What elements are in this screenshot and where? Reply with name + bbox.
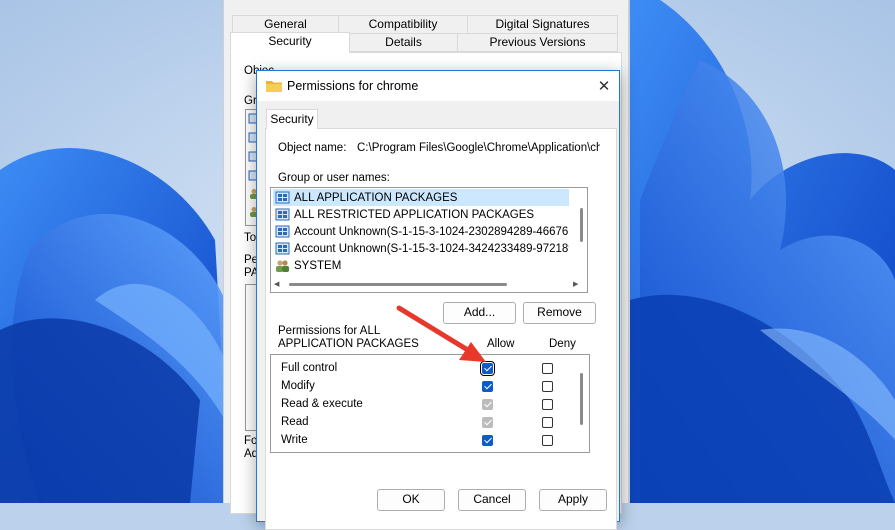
app-package-icon (275, 208, 290, 221)
tab-details[interactable]: Details (349, 33, 458, 52)
permissions-for-label: Permissions for ALL (278, 325, 381, 337)
deny-write-checkbox[interactable] (542, 435, 553, 446)
vertical-scrollbar-thumb[interactable] (580, 208, 583, 242)
add-button[interactable]: Add... (443, 302, 516, 324)
permissions-dialog: Permissions for chrome ✕ Security Object… (256, 70, 620, 530)
app-package-icon (275, 191, 290, 204)
tab-security[interactable]: Security (266, 109, 318, 129)
users-group-icon (276, 260, 289, 272)
title-bar[interactable]: Permissions for chrome ✕ (257, 71, 619, 101)
permission-label: Modify (281, 380, 315, 392)
tab-digital-signatures[interactable]: Digital Signatures (467, 15, 618, 34)
folder-icon (266, 81, 282, 92)
list-item-label: ALL APPLICATION PACKAGES (294, 191, 458, 204)
allow-modify-checkbox[interactable] (482, 381, 493, 392)
dialog-title: Permissions for chrome (287, 79, 419, 93)
allow-read-execute-checkbox[interactable] (482, 399, 493, 410)
deny-modify-checkbox[interactable] (542, 381, 553, 392)
scroll-left-icon[interactable]: ◀ (274, 280, 279, 288)
permission-label: Full control (281, 362, 338, 374)
scroll-right-icon[interactable]: ▶ (573, 280, 578, 288)
permissions-for-label-line2: APPLICATION PACKAGES (278, 338, 419, 350)
list-item-all-restricted-application-packages[interactable]: ALL RESTRICTED APPLICATION PACKAGES (273, 206, 569, 223)
permission-label: Read & execute (281, 398, 363, 410)
deny-read-checkbox[interactable] (542, 417, 553, 428)
list-item-account-unknown-1[interactable]: Account Unknown(S-1-15-3-1024-2302894289… (273, 223, 569, 240)
list-item-label: ALL RESTRICTED APPLICATION PACKAGES (294, 208, 535, 221)
permissions-list[interactable]: Full control Modify Read & execute Read … (270, 354, 590, 453)
permission-row-write: Write (281, 432, 581, 450)
to-change-label: To (244, 232, 257, 244)
permission-row-read-execute: Read & execute (281, 396, 581, 414)
object-name-label: Object name: (278, 142, 347, 154)
vertical-scrollbar-thumb[interactable] (580, 373, 583, 425)
group-or-user-names-label: Group or user names: (278, 172, 390, 184)
list-item-label: SYSTEM (294, 259, 342, 272)
app-package-icon (275, 225, 290, 238)
group-user-list[interactable]: ALL APPLICATION PACKAGES ALL RESTRICTED … (270, 187, 588, 293)
list-item-account-unknown-2[interactable]: Account Unknown(S-1-15-3-1024-3424233489… (273, 240, 569, 257)
permission-row-modify: Modify (281, 378, 581, 396)
permission-label: Read (281, 416, 309, 428)
allow-column-header: Allow (487, 338, 515, 350)
deny-read-execute-checkbox[interactable] (542, 399, 553, 410)
list-item-label: Account Unknown(S-1-15-3-1024-3424233489… (294, 242, 569, 255)
list-item-all-application-packages[interactable]: ALL APPLICATION PACKAGES (273, 189, 569, 206)
list-item-label: Account Unknown(S-1-15-3-1024-2302894289… (294, 225, 569, 238)
allow-read-checkbox[interactable] (482, 417, 493, 428)
permission-row-read: Read (281, 414, 581, 432)
allow-write-checkbox[interactable] (482, 435, 493, 446)
allow-full-control-checkbox[interactable] (480, 361, 495, 376)
app-package-icon (275, 242, 290, 255)
horizontal-scrollbar-thumb[interactable] (289, 283, 507, 286)
tab-security[interactable]: Security (230, 32, 350, 53)
ok-button[interactable]: OK (377, 489, 445, 511)
object-name-value: C:\Program Files\Google\Chrome\Applicati… (357, 142, 600, 154)
permission-label: Write (281, 434, 308, 446)
deny-column-header: Deny (549, 338, 576, 350)
tab-compatibility[interactable]: Compatibility (338, 15, 468, 34)
tab-previous-versions[interactable]: Previous Versions (457, 33, 618, 52)
close-button[interactable]: ✕ (589, 71, 619, 101)
list-item-system[interactable]: SYSTEM (273, 257, 569, 274)
cancel-button[interactable]: Cancel (458, 489, 526, 511)
remove-button[interactable]: Remove (523, 302, 596, 324)
apply-button[interactable]: Apply (539, 489, 607, 511)
close-icon: ✕ (597, 78, 611, 95)
deny-full-control-checkbox[interactable] (542, 363, 553, 374)
permission-row-full-control: Full control (281, 360, 581, 378)
